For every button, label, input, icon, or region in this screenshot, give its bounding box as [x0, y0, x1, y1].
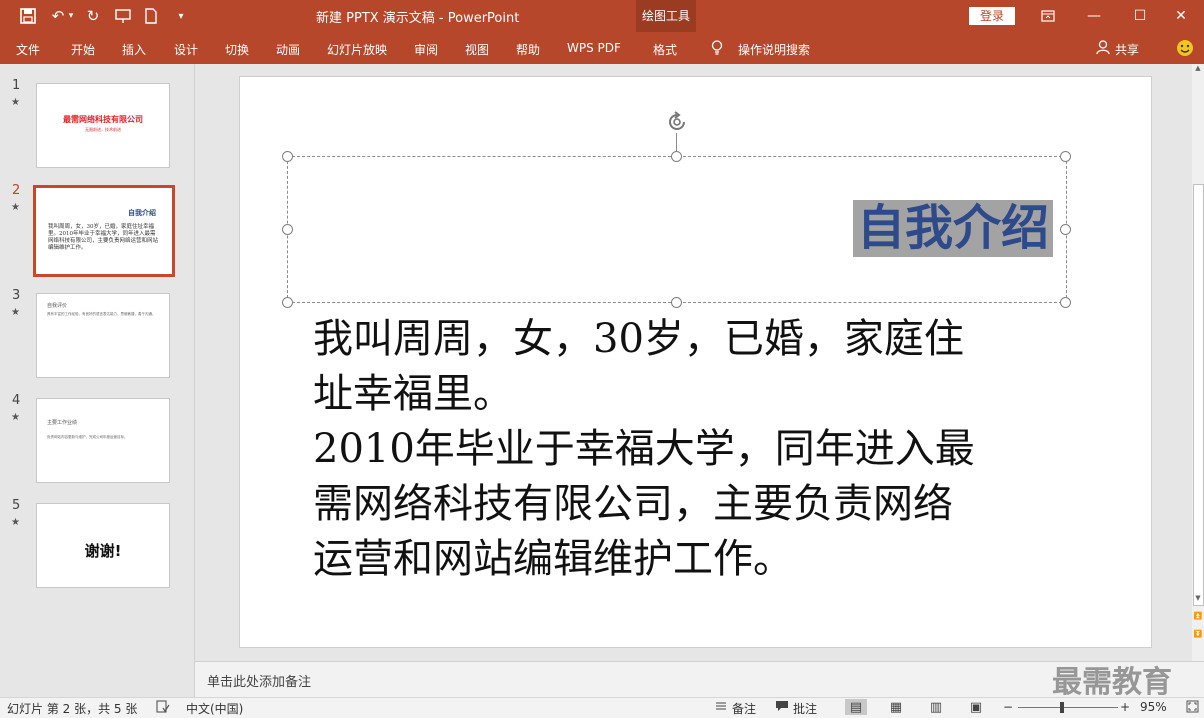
- close-icon[interactable]: ✕: [1158, 0, 1204, 32]
- slide-number: 5: [12, 498, 21, 513]
- lightbulb-icon: [711, 40, 723, 59]
- slide-title-text[interactable]: 自我介绍: [853, 200, 1054, 257]
- resize-handle[interactable]: [671, 297, 682, 308]
- animation-star-icon: ★: [11, 97, 20, 108]
- slide-number: 3: [12, 288, 21, 303]
- slide-counter: 幻灯片 第 2 张，共 5 张: [7, 702, 138, 716]
- animation-star-icon: ★: [11, 307, 20, 318]
- animation-star-icon: ★: [11, 412, 20, 423]
- slide-thumbnail-2[interactable]: 自我介绍 我叫周周，女，30岁，已婚，家庭住址幸福里。2010年毕业于幸福大学，…: [33, 185, 175, 277]
- person-icon[interactable]: [1096, 40, 1110, 58]
- body-line: 运营和网站编辑维护工作。: [313, 536, 793, 582]
- scroll-up-icon[interactable]: ▲: [1192, 64, 1204, 76]
- zoom-out-icon[interactable]: −: [1003, 700, 1013, 714]
- tab-view[interactable]: 视图: [465, 41, 489, 58]
- tab-slideshow[interactable]: 幻灯片放映: [327, 41, 387, 58]
- smiley-feedback-icon[interactable]: [1176, 39, 1194, 60]
- tab-transitions[interactable]: 切换: [225, 41, 249, 58]
- thumb-title: 自我评价: [47, 303, 68, 309]
- undo-dropdown-icon[interactable]: ▾: [66, 6, 76, 26]
- comments-icon[interactable]: [775, 700, 789, 715]
- slide-number: 4: [12, 393, 21, 408]
- thumb-title: 最需网络科技有限公司: [63, 115, 143, 124]
- thumb-body: 我叫周周，女，30岁，已婚，家庭住址幸福里。2010年毕业于幸福大学，同年进入最…: [48, 224, 159, 251]
- resize-handle[interactable]: [1060, 297, 1071, 308]
- normal-view-icon[interactable]: ▤: [845, 699, 867, 715]
- spell-check-icon[interactable]: [156, 700, 170, 717]
- resize-handle[interactable]: [1060, 224, 1071, 235]
- body-line: 我叫周周，女，30岁，已婚，家庭住: [313, 316, 964, 362]
- notes-toggle-icon[interactable]: [715, 700, 727, 715]
- scroll-down-icon[interactable]: ▼: [1192, 594, 1204, 606]
- tab-review[interactable]: 审阅: [414, 41, 438, 58]
- tab-file[interactable]: 文件: [16, 41, 40, 58]
- next-slide-icon[interactable]: ⏬: [1192, 630, 1204, 642]
- thumb-title: 自我介绍: [128, 209, 156, 217]
- thumb-body: 负责网站内容更新与维护，完成公司年度运营目标。: [47, 435, 128, 439]
- body-line: 2010年毕业于幸福大学，同年进入最: [313, 426, 975, 472]
- tab-help[interactable]: 帮助: [516, 41, 540, 58]
- slideshow-view-icon[interactable]: ▣: [965, 699, 987, 715]
- maximize-icon[interactable]: ☐: [1117, 0, 1163, 32]
- tab-home[interactable]: 开始: [71, 41, 95, 58]
- resize-handle[interactable]: [1060, 151, 1071, 162]
- resize-handle[interactable]: [282, 297, 293, 308]
- tab-design[interactable]: 设计: [174, 41, 198, 58]
- body-line: 需网络科技有限公司，主要负责网络: [313, 481, 953, 527]
- tell-me-search[interactable]: 操作说明搜索: [738, 41, 810, 58]
- slide-number: 1: [12, 78, 21, 93]
- ribbon-display-options-icon[interactable]: [1025, 0, 1071, 32]
- notes-placeholder: 单击此处添加备注: [207, 675, 312, 690]
- notes-button[interactable]: 备注: [732, 700, 756, 717]
- drawing-tools-context-label: 绘图工具: [636, 0, 696, 32]
- slide-thumbnail-4[interactable]: 主要工作业绩 负责网站内容更新与维护，完成公司年度运营目标。: [36, 398, 170, 483]
- window-title: 新建 PPTX 演示文稿 - PowerPoint: [316, 11, 520, 26]
- thumb-subtitle: 无限前进，技术前进: [85, 127, 121, 132]
- login-button[interactable]: 登录: [969, 7, 1015, 25]
- body-line: 址幸福里。: [313, 371, 513, 417]
- zoom-slider-track[interactable]: [1018, 707, 1118, 708]
- zoom-level[interactable]: 95%: [1140, 700, 1167, 714]
- slide-body-text[interactable]: 我叫周周，女，30岁，已婚，家庭住 址幸福里。 2010年毕业于幸福大学，同年进…: [313, 312, 1053, 587]
- new-file-icon[interactable]: [141, 6, 161, 26]
- previous-slide-icon[interactable]: ⏫: [1192, 612, 1204, 624]
- undo-icon[interactable]: ↶: [48, 6, 68, 26]
- customize-toolbar-icon[interactable]: ▾: [171, 6, 191, 26]
- tab-animations[interactable]: 动画: [276, 41, 300, 58]
- slide-thumbnail-3[interactable]: 自我评价 具有丰富的工作经验，有良好的语言表达能力，思维敏捷，善于沟通。: [36, 293, 170, 378]
- redo-icon[interactable]: ↻: [83, 6, 103, 26]
- zoom-slider-thumb[interactable]: [1060, 702, 1064, 713]
- status-bar: 幻灯片 第 2 张，共 5 张 中文(中国) 备注 批注 − + 95%: [0, 697, 1204, 718]
- slide-thumbnail-5[interactable]: 谢谢!: [36, 503, 170, 588]
- comments-button[interactable]: 批注: [793, 700, 817, 717]
- resize-handle[interactable]: [671, 151, 682, 162]
- vertical-scrollbar[interactable]: ▲ ▼ ⏫ ⏬: [1192, 64, 1204, 661]
- tab-insert[interactable]: 插入: [122, 41, 146, 58]
- tab-format[interactable]: 格式: [653, 41, 677, 58]
- animation-star-icon: ★: [11, 202, 20, 213]
- language-indicator[interactable]: 中文(中国): [186, 700, 243, 717]
- title-bar: ↶ ▾ ↻ ▾ 新建 PPTX 演示文稿 - PowerPoint 绘图工具 登…: [0, 0, 1204, 32]
- share-button[interactable]: 共享: [1115, 41, 1139, 58]
- start-slideshow-icon[interactable]: [113, 6, 133, 26]
- animation-star-icon: ★: [11, 517, 20, 528]
- watermark-logo: 最需教育: [1052, 665, 1172, 700]
- minimize-icon[interactable]: —: [1071, 0, 1117, 32]
- thumb-body: 具有丰富的工作经验，有良好的语言表达能力，思维敏捷，善于沟通。: [47, 312, 156, 316]
- rotate-handle-icon[interactable]: [665, 110, 689, 134]
- slide-thumbnail-1[interactable]: 最需网络科技有限公司 无限前进，技术前进: [36, 83, 170, 168]
- slide-sorter-icon[interactable]: ▦: [885, 699, 907, 715]
- resize-handle[interactable]: [282, 151, 293, 162]
- scroll-thumb[interactable]: [1193, 184, 1204, 606]
- tab-wps-pdf[interactable]: WPS PDF: [567, 41, 621, 55]
- thumb-title: 谢谢!: [84, 542, 122, 560]
- slide-number: 2: [12, 183, 21, 198]
- zoom-in-icon[interactable]: +: [1120, 700, 1130, 714]
- save-icon[interactable]: [18, 6, 38, 26]
- reading-view-icon[interactable]: ▥: [925, 699, 947, 715]
- fit-to-window-icon[interactable]: [1186, 700, 1199, 716]
- resize-handle[interactable]: [282, 224, 293, 235]
- thumb-title: 主要工作业绩: [47, 420, 78, 426]
